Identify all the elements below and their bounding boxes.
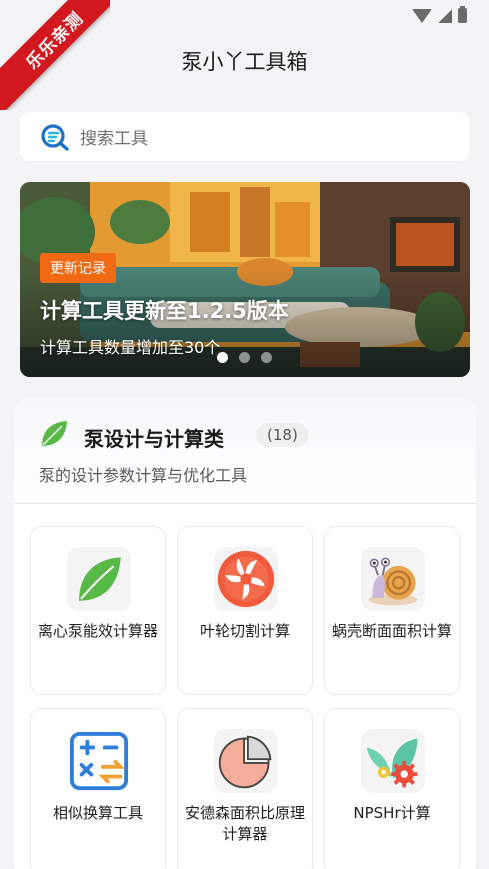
banner-title: 计算工具更新至1.2.5版本 [40, 299, 289, 323]
banner-tag: 更新记录 [40, 253, 116, 283]
carousel-indicator [217, 352, 272, 363]
leaf-icon [42, 421, 67, 446]
tool-card-volute-area[interactable]: 蜗壳断面面积计算 [324, 526, 460, 695]
carousel-dot-3[interactable] [261, 352, 272, 363]
wifi-icon [412, 8, 432, 23]
tool-label: NPSHr计算 [353, 804, 431, 822]
carousel-dot-2[interactable] [239, 352, 250, 363]
carousel-dot-1[interactable] [217, 352, 228, 363]
category-description: 泵的设计参数计算与优化工具 [39, 466, 248, 485]
category-header[interactable]: 泵设计与计算类 (18) 泵的设计参数计算与优化工具 [14, 398, 476, 504]
category-title: 泵设计与计算类 [84, 427, 224, 451]
search-input[interactable]: 搜索工具 [20, 112, 470, 161]
calculator-icon [67, 729, 131, 793]
gear-leaf-icon [361, 729, 425, 793]
tool-card-impeller-trim[interactable]: 叶轮切割计算 [177, 526, 313, 695]
tool-card-similarity[interactable]: 相似换算工具 [30, 708, 166, 869]
category-count-badge: (18) [256, 423, 309, 447]
leaf-icon [67, 547, 131, 611]
pie-chart-icon [214, 729, 278, 793]
ribbon-label: 乐乐亲测 [0, 0, 110, 110]
battery-icon [458, 6, 467, 23]
status-icons [412, 6, 467, 23]
tool-card-anderson-area-ratio[interactable]: 安德森面积比原理计算器 [177, 708, 313, 869]
tool-label: 叶轮切割计算 [199, 622, 290, 640]
banner-subtitle: 计算工具数量增加至30个 [40, 338, 221, 357]
snail-icon [361, 547, 425, 611]
tool-card-pump-efficiency[interactable]: 离心泵能效计算器 [30, 526, 166, 695]
tool-label: 安德森面积比原理计算器 [184, 804, 305, 843]
corner-ribbon: 乐乐亲测 [0, 0, 110, 110]
banner-carousel[interactable]: 更新记录 计算工具更新至1.2.5版本 计算工具数量增加至30个 [20, 182, 470, 377]
tool-label: 蜗壳断面面积计算 [331, 622, 452, 640]
tool-label: 离心泵能效计算器 [37, 622, 158, 640]
tool-card-npshr[interactable]: NPSHr计算 [324, 708, 460, 869]
search-icon [41, 123, 69, 151]
search-placeholder: 搜索工具 [80, 129, 148, 149]
tool-label: 相似换算工具 [52, 804, 143, 822]
impeller-icon [214, 547, 278, 611]
signal-icon [438, 8, 452, 23]
